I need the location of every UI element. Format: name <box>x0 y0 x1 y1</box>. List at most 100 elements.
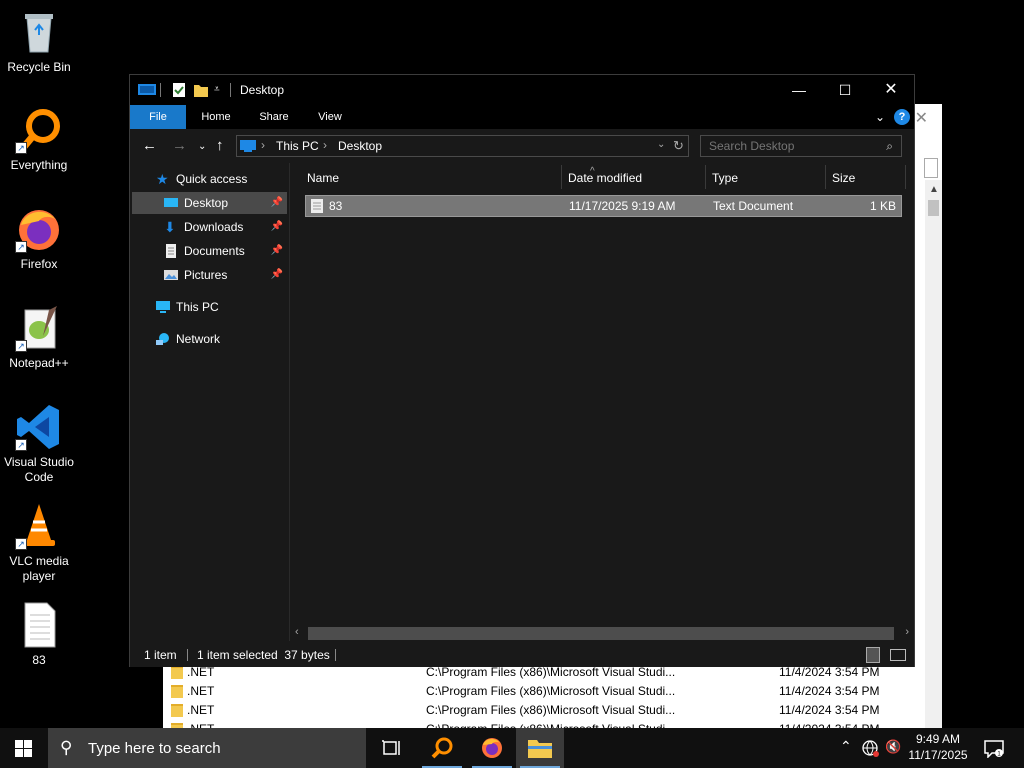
nav-label: Documents <box>184 244 245 258</box>
column-separator[interactable] <box>825 165 826 189</box>
desktop-icon-label: Everything <box>10 158 68 172</box>
tab-view[interactable]: View <box>306 105 354 129</box>
nav-desktop[interactable]: Desktop 📌 <box>132 192 287 214</box>
column-header-date[interactable]: Date modified <box>568 167 642 189</box>
network-status-button[interactable] <box>858 728 882 768</box>
desktop-icon-83[interactable]: 83 <box>0 601 78 668</box>
taskbar-search-placeholder: Type here to search <box>88 740 221 757</box>
row-name: .NET <box>187 703 215 717</box>
column-header-size[interactable]: Size <box>832 167 855 189</box>
new-folder-icon[interactable] <box>194 83 208 97</box>
show-hidden-icons-button[interactable]: ⌃ <box>836 728 856 768</box>
desktop-icon-label: Firefox <box>20 257 58 271</box>
nav-pictures[interactable]: Pictures 📌 <box>132 264 287 286</box>
nav-this-pc[interactable]: This PC <box>132 296 287 318</box>
expand-ribbon-chevron-icon[interactable]: ⌄ <box>872 105 888 129</box>
details-view-icon[interactable] <box>866 647 880 663</box>
column-separator[interactable] <box>705 165 706 189</box>
file-name: 83 <box>329 199 343 213</box>
action-center-button[interactable]: 1 <box>978 728 1010 768</box>
column-separator[interactable] <box>561 165 562 189</box>
system-clock[interactable]: 9:49 AM 11/17/2025 <box>902 731 974 763</box>
this-pc-icon <box>156 301 170 313</box>
desktop-icon-everything[interactable]: ↗ Everything <box>0 106 78 173</box>
horizontal-scrollbar[interactable]: ‹ › <box>290 625 914 642</box>
title-bar[interactable]: ⩡ Desktop — ☐ ✕ <box>130 75 914 105</box>
desktop-icon-vscode[interactable]: ↗ Visual Studio Code <box>0 403 78 485</box>
maximize-button[interactable]: ☐ <box>822 75 868 105</box>
search-box[interactable]: ⌕ <box>700 135 902 157</box>
address-history-chevron-icon[interactable]: ⌄ <box>657 139 665 150</box>
pin-icon[interactable]: 📌 <box>271 216 283 238</box>
taskbar-firefox[interactable] <box>468 728 516 768</box>
pin-icon[interactable]: 📌 <box>271 240 283 262</box>
recent-locations-chevron-icon[interactable]: ⌄ <box>198 141 206 152</box>
nav-downloads[interactable]: ⬇ Downloads 📌 <box>132 216 287 238</box>
pin-icon[interactable]: 📌 <box>271 264 283 286</box>
search-icon: ⚲ <box>60 738 73 757</box>
vlc-icon: ↗ <box>15 502 63 550</box>
nav-quick-access[interactable]: ★ Quick access <box>132 168 287 190</box>
address-bar[interactable]: › This PC › Desktop ⌄ ↻ <box>236 135 689 157</box>
task-view-button[interactable] <box>368 728 416 768</box>
pin-icon[interactable]: 📌 <box>271 192 283 214</box>
tab-share[interactable]: Share <box>250 105 298 129</box>
refresh-icon[interactable]: ↻ <box>673 138 684 154</box>
close-icon[interactable]: ✕ <box>915 108 928 128</box>
tab-file[interactable]: File <box>130 105 186 129</box>
minimize-button[interactable]: — <box>776 75 822 105</box>
forward-arrow-icon[interactable]: → <box>172 137 187 154</box>
close-button[interactable]: ✕ <box>868 75 914 105</box>
file-size: 1 KB <box>869 199 896 213</box>
status-bar: 1 item 1 item selected 37 bytes <box>130 643 914 667</box>
properties-icon[interactable] <box>172 83 186 97</box>
desktop-icon-label: VLC media player <box>9 554 69 583</box>
back-arrow-icon[interactable]: ← <box>142 137 157 154</box>
search-input[interactable] <box>701 136 881 156</box>
desktop-icon-recycle-bin[interactable]: Recycle Bin <box>0 8 78 75</box>
scroll-up-arrow-icon[interactable]: ▲ <box>929 184 939 195</box>
desktop-icon-label: 83 <box>32 653 46 667</box>
background-window-field[interactable] <box>924 158 938 178</box>
large-icons-view-icon[interactable] <box>890 649 906 661</box>
clock-time: 9:49 AM <box>915 732 961 746</box>
start-button[interactable] <box>0 728 48 768</box>
window-title: Desktop <box>240 83 285 97</box>
table-row[interactable]: .NET C:\Program Files (x86)\Microsoft Vi… <box>163 701 923 720</box>
taskbar-everything[interactable] <box>418 728 466 768</box>
search-icon[interactable]: ⌕ <box>886 139 893 154</box>
scroll-thumb[interactable] <box>928 200 939 216</box>
scroll-thumb[interactable] <box>308 627 894 640</box>
desktop-icon-vlc[interactable]: ↗ VLC media player <box>0 502 78 584</box>
volume-button[interactable]: 🔇 <box>884 728 902 768</box>
up-arrow-icon[interactable]: ↑ <box>216 137 224 154</box>
vertical-scrollbar[interactable]: ▲ <box>925 180 942 730</box>
scroll-right-arrow-icon[interactable]: › <box>905 626 909 638</box>
taskbar-file-explorer[interactable] <box>516 728 564 768</box>
pictures-icon <box>164 270 178 280</box>
column-header-type[interactable]: Type <box>712 167 738 189</box>
nav-network[interactable]: Network <box>132 328 287 350</box>
firefox-icon: ↗ <box>15 205 63 253</box>
nav-documents[interactable]: Documents 📌 <box>132 240 287 262</box>
row-name: .NET <box>187 665 215 679</box>
toolbar-divider <box>230 83 231 97</box>
scroll-left-arrow-icon[interactable]: ‹ <box>295 626 299 638</box>
taskbar-search-box[interactable]: ⚲ Type here to search <box>48 728 366 768</box>
breadcrumb-separator: › <box>261 138 265 152</box>
file-explorer-window[interactable]: ⩡ Desktop — ☐ ✕ File Home Share View ⌄ ?… <box>129 74 915 667</box>
help-icon[interactable]: ? <box>894 109 910 125</box>
desktop-icon-firefox[interactable]: ↗ Firefox <box>0 205 78 272</box>
navigation-pane: ★ Quick access Desktop 📌 ⬇ Downloads 📌 D… <box>130 163 288 641</box>
column-header-name[interactable]: Name <box>307 167 339 189</box>
desktop-icon-notepadpp[interactable]: ↗ Notepad++ <box>0 304 78 371</box>
table-row[interactable]: .NET C:\Program Files (x86)\Microsoft Vi… <box>163 682 923 701</box>
column-separator[interactable] <box>905 165 906 189</box>
tab-home[interactable]: Home <box>192 105 240 129</box>
breadcrumb-this-pc[interactable]: This PC <box>276 139 319 153</box>
customize-toolbar-chevron-icon[interactable]: ⩡ <box>214 83 224 97</box>
file-row[interactable]: 83 11/17/2025 9:19 AM Text Document 1 KB <box>305 195 902 217</box>
notepadpp-icon: ↗ <box>15 304 63 352</box>
shortcut-arrow-icon: ↗ <box>15 340 27 352</box>
breadcrumb-desktop[interactable]: Desktop <box>338 139 382 153</box>
